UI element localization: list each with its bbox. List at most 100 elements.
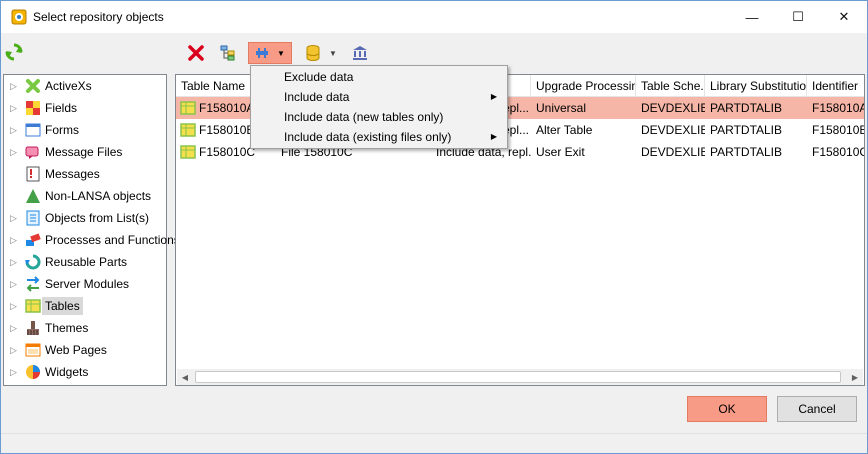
hierarchy-button[interactable] (217, 42, 239, 64)
cell-identifier: F158010B (812, 123, 864, 137)
tree-item-forms[interactable]: ▷ Forms (4, 119, 166, 141)
expand-arrow-icon[interactable]: ▷ (10, 301, 18, 311)
processes-icon (26, 233, 41, 246)
expand-arrow-icon[interactable]: ▷ (10, 257, 18, 267)
widgets-icon (26, 365, 40, 379)
data-options-dropdown-button[interactable]: ▼ (248, 42, 292, 64)
expand-arrow-icon[interactable]: ▷ (10, 81, 18, 91)
tree-item-objects-from-lists[interactable]: ▷ Objects from List(s) (4, 207, 166, 229)
menu-item-label: Include data (existing files only) (284, 130, 452, 144)
tables-icon (25, 299, 41, 313)
tree-item-label: Messages (45, 167, 100, 181)
dialog-window: Select repository objects — ☐ ✕ ▼ ▼ ▷ Ac… (0, 0, 868, 454)
expand-arrow-icon[interactable]: ▷ (10, 235, 18, 245)
message-files-icon (25, 146, 39, 159)
tree-item-fields[interactable]: ▷ Fields (4, 97, 166, 119)
repository-app-icon (11, 9, 27, 25)
maximize-button[interactable]: ☐ (775, 1, 821, 33)
cell-upgrade-processing: Universal (536, 101, 587, 115)
tree-item-label: Reusable Parts (45, 255, 128, 269)
cell-identifier: F158010A (812, 101, 864, 115)
tree-item-message-files[interactable]: ▷ Message Files (4, 141, 166, 163)
close-icon: ✕ (838, 9, 850, 24)
scroll-right-arrow-icon[interactable]: ▶ (847, 369, 863, 385)
expand-arrow-icon[interactable]: ▷ (10, 147, 18, 157)
cell-library-substitution: PARTDTALIB (710, 123, 783, 137)
server-modules-icon (26, 276, 40, 292)
horizontal-scrollbar[interactable]: ◀ ▶ (177, 369, 863, 385)
tree-item-server-modules[interactable]: ▷ Server Modules (4, 273, 166, 295)
menu-item-include-data[interactable]: Include data ▶ (251, 87, 507, 107)
data-transfer-icon (256, 48, 269, 58)
menu-item-include-data-new-tables[interactable]: Include data (new tables only) (251, 107, 507, 127)
chevron-down-icon: ▼ (329, 48, 337, 58)
expand-arrow-icon[interactable]: ▷ (10, 345, 18, 355)
cell-table-schema: DEVDEXLIB (641, 145, 705, 159)
scroll-left-arrow-icon[interactable]: ◀ (177, 369, 193, 385)
tree-item-label: Processes and Functions (45, 233, 180, 247)
menu-item-label: Include data (new tables only) (284, 110, 444, 124)
column-header-upgrade-processing[interactable]: Upgrade Processing (531, 75, 636, 97)
menu-item-label: Exclude data (284, 70, 354, 84)
tree-item-label: Themes (45, 321, 89, 335)
tree-item-label: Widgets (45, 365, 89, 379)
library-button[interactable] (349, 42, 371, 64)
cell-identifier: F158010C (812, 145, 864, 159)
cell-upgrade-processing: Alter Table (536, 123, 593, 137)
title-bar: Select repository objects — ☐ ✕ (1, 1, 867, 33)
tree-item-non-lansa-objects[interactable]: Non-LANSA objects (4, 185, 166, 207)
tree-item-web-pages[interactable]: ▷ Web Pages (4, 339, 166, 361)
column-header-identifier[interactable]: Identifier (807, 75, 864, 97)
tree-item-themes[interactable]: ▷ Themes (4, 317, 166, 339)
minimize-button[interactable]: — (729, 1, 775, 33)
tree-item-label: Tables (42, 297, 83, 315)
close-button[interactable]: ✕ (821, 1, 867, 33)
non-lansa-icon (26, 189, 40, 203)
window-title: Select repository objects (33, 10, 164, 24)
ok-button[interactable]: OK (687, 396, 767, 422)
tree-item-tables[interactable]: ▷ Tables (4, 295, 166, 317)
forms-icon (25, 123, 41, 137)
object-type-tree[interactable]: ▷ ActiveXs ▷ Fields ▷ Forms ▷ Message Fi… (3, 74, 180, 386)
submenu-arrow-icon: ▶ (490, 92, 497, 101)
tree-item-activexs[interactable]: ▷ ActiveXs (4, 75, 166, 97)
tree-item-widgets[interactable]: ▷ Widgets (4, 361, 166, 383)
tree-item-messages[interactable]: Messages (4, 163, 166, 185)
expand-arrow-icon[interactable]: ▷ (10, 125, 18, 135)
web-pages-icon (25, 343, 41, 357)
delete-button[interactable] (185, 42, 207, 64)
maximize-icon: ☐ (792, 9, 804, 24)
column-header-library-substitution[interactable]: Library Substitution (705, 75, 807, 97)
menu-item-exclude-data[interactable]: Exclude data (251, 67, 507, 87)
scrollbar-thumb[interactable] (195, 371, 841, 383)
bank-icon (353, 46, 367, 60)
tree-item-label: Web Pages (45, 343, 107, 357)
objects-list-icon (26, 210, 40, 226)
fields-icon (26, 101, 40, 115)
minimize-icon: — (745, 9, 759, 25)
column-header-table-schema[interactable]: Table Sche... (636, 75, 705, 97)
database-icon (306, 45, 320, 61)
menu-item-label: Include data (284, 90, 350, 104)
tree-item-label: Objects from List(s) (45, 211, 150, 225)
hierarchy-icon (220, 45, 235, 61)
tree-item-label: Fields (45, 101, 78, 115)
chevron-down-icon: ▼ (277, 48, 285, 58)
tree-item-label: Server Modules (45, 277, 130, 291)
themes-icon (27, 321, 39, 335)
expand-arrow-icon[interactable]: ▷ (10, 213, 18, 223)
tree-item-label: ActiveXs (45, 79, 92, 93)
expand-arrow-icon[interactable]: ▷ (10, 279, 18, 289)
reusable-parts-icon (25, 254, 41, 270)
expand-arrow-icon[interactable]: ▷ (10, 323, 18, 333)
tree-item-reusable-parts[interactable]: ▷ Reusable Parts (4, 251, 166, 273)
expand-arrow-icon[interactable]: ▷ (10, 103, 18, 113)
tree-item-processes-and-functions[interactable]: ▷ Processes and Functions (4, 229, 180, 251)
cell-library-substitution: PARTDTALIB (710, 145, 783, 159)
menu-item-include-data-existing-files[interactable]: Include data (existing files only) ▶ (251, 127, 507, 147)
cell-table-schema: DEVDEXLIB (641, 101, 705, 115)
refresh-icon[interactable] (5, 43, 23, 61)
cancel-button[interactable]: Cancel (777, 396, 857, 422)
expand-arrow-icon[interactable]: ▷ (10, 367, 18, 377)
database-dropdown-button[interactable]: ▼ (301, 42, 341, 64)
